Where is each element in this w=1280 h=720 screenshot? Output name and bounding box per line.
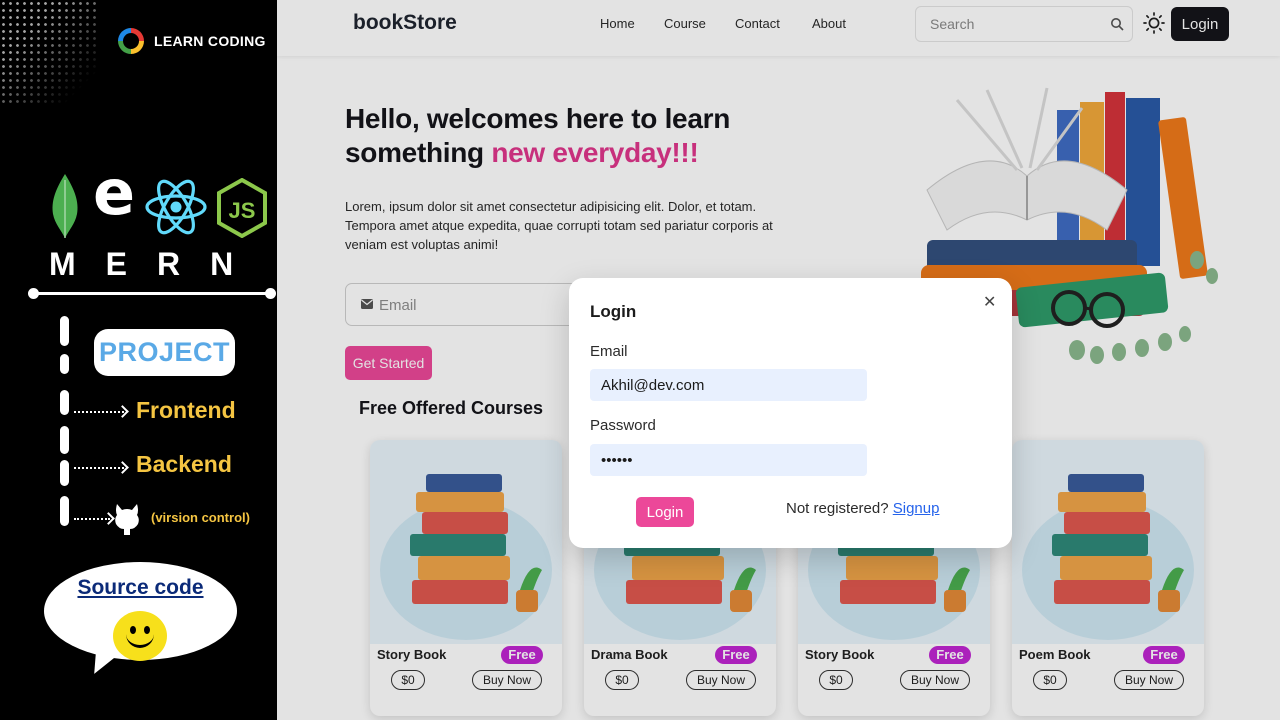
login-submit-button[interactable]: Login — [636, 497, 694, 527]
channel-name: LEARN CODING — [154, 33, 266, 49]
nodejs-hexagon-icon: JS — [217, 178, 267, 238]
register-prompt-text: Not registered? — [786, 500, 893, 517]
register-prompt: Not registered? Signup — [786, 500, 939, 517]
arrow-icon — [74, 467, 124, 469]
password-field[interactable] — [590, 444, 867, 476]
project-badge: PROJECT — [94, 329, 235, 376]
step-backend: Backend — [136, 451, 232, 477]
password-label: Password — [590, 417, 656, 434]
timeline-bar — [60, 426, 69, 454]
arrow-icon — [74, 518, 110, 520]
github-octocat-icon — [115, 504, 139, 535]
svg-text:JS: JS — [229, 198, 256, 223]
email-field[interactable] — [590, 369, 867, 401]
mongodb-leaf-icon — [52, 174, 78, 238]
divider-dot — [265, 288, 276, 299]
smiley-face-icon — [113, 611, 167, 661]
signup-link[interactable]: Signup — [893, 500, 940, 517]
step-frontend: Frontend — [136, 397, 236, 423]
modal-title: Login — [590, 302, 637, 321]
bookstore-app: bookStore Home Course Contact About Logi… — [277, 0, 1280, 720]
timeline-bar — [60, 460, 69, 486]
learn-coding-logo-icon — [118, 28, 144, 54]
close-icon[interactable]: ✕ — [983, 292, 996, 312]
arrow-icon — [74, 411, 124, 413]
login-modal: Login ✕ Email Password Login Not registe… — [569, 278, 1012, 548]
timeline-bar — [60, 390, 69, 415]
mern-title: MERN — [49, 246, 264, 282]
source-code-label[interactable]: Source code — [44, 576, 237, 600]
express-e-icon: e — [93, 156, 136, 229]
vcs-note: (virsion control) — [151, 510, 250, 525]
timeline-bar — [60, 354, 69, 374]
timeline-bar — [60, 496, 69, 526]
dot-pattern — [0, 0, 96, 104]
divider-dot — [28, 288, 39, 299]
promo-panel: LEARN CODING e JS MERN PROJECT Frontend … — [0, 0, 277, 720]
email-label: Email — [590, 343, 628, 360]
timeline-bar — [60, 316, 69, 346]
react-atom-icon — [145, 179, 207, 235]
promo-divider — [33, 292, 271, 295]
